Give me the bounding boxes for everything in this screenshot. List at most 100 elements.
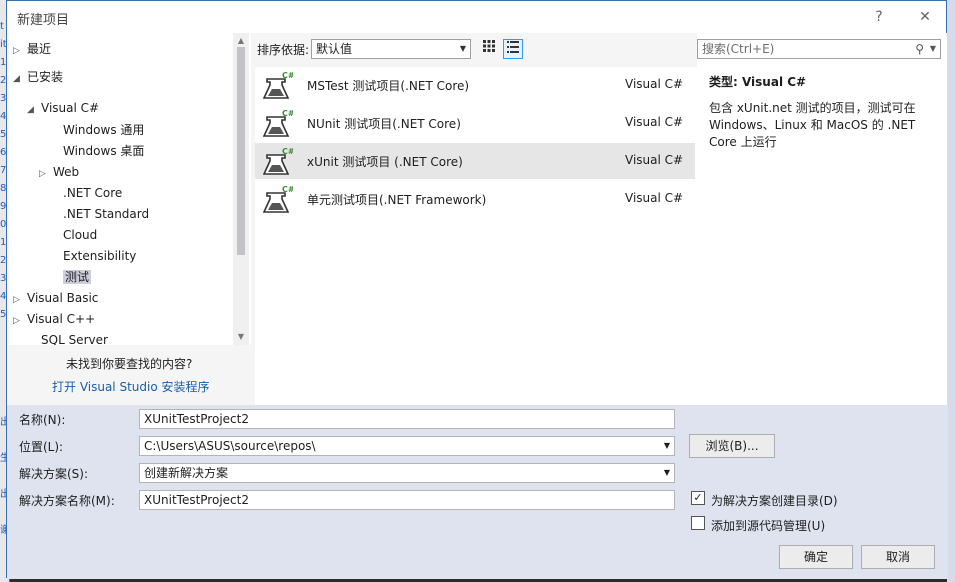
tree-item[interactable]: 测试 <box>49 267 92 287</box>
project-settings-form: 名称(N): XUnitTestProject2 位置(L): C:\Users… <box>7 405 948 579</box>
tree-item[interactable]: ▷ Web <box>39 162 79 182</box>
category-tree: ▷ 最近 ◢ 已安装 ◢ Visual C# Windows 通用 Windows 桌面 ▷ We… <box>9 33 231 345</box>
list-view-icon[interactable] <box>503 39 523 59</box>
solution-value: 创建新解决方案 <box>144 466 229 480</box>
tree-item-label: Visual C++ <box>27 312 96 326</box>
not-found-text: 未找到你要查找的内容? <box>66 357 193 371</box>
search-icon[interactable]: ⚲ <box>915 40 924 58</box>
close-icon[interactable]: ✕ <box>911 5 939 29</box>
tree-item-label: Web <box>53 165 80 179</box>
help-icon[interactable]: ? <box>865 5 893 29</box>
sort-select[interactable]: 默认值 ▼ <box>311 39 471 59</box>
test-flask-icon: C# <box>263 185 293 213</box>
tree-item[interactable]: ▷ Visual C++ <box>13 309 95 329</box>
grid-view-icon[interactable] <box>479 39 499 59</box>
tree-item[interactable]: Windows 桌面 <box>49 141 144 161</box>
csharp-badge: C# <box>282 71 293 80</box>
test-flask-icon: C# <box>263 71 293 99</box>
browse-button[interactable]: 浏览(B)... <box>689 434 775 458</box>
sort-label: 排序依据: <box>257 43 310 57</box>
add-source-control-label[interactable]: 添加到源代码管理(U) <box>711 517 825 534</box>
csharp-badge: C# <box>282 147 293 156</box>
template-name: MSTest 测试项目(.NET Core) <box>307 79 470 93</box>
scroll-up-icon[interactable]: ▲ <box>233 35 249 47</box>
background-window-right-edge <box>947 0 955 582</box>
create-directory-label[interactable]: 为解决方案创建目录(D) <box>711 492 838 509</box>
template-item[interactable]: C# NUnit 测试项目(.NET Core) Visual C# <box>255 105 695 141</box>
tree-item-label: Visual C# <box>41 101 100 115</box>
chevron-down-icon: ▼ <box>459 44 466 53</box>
cancel-button[interactable]: 取消 <box>861 545 935 569</box>
add-source-control-checkbox[interactable] <box>691 516 705 530</box>
create-directory-checkbox[interactable]: ✓ <box>691 491 705 505</box>
template-language: Visual C# <box>625 77 684 91</box>
template-item[interactable]: C# xUnit 测试项目 (.NET Core) Visual C# <box>255 143 695 179</box>
open-installer-link[interactable]: 打开 Visual Studio 安装程序 <box>52 378 210 395</box>
name-field[interactable]: XUnitTestProject2 <box>139 409 675 429</box>
name-label: 名称(N): <box>19 413 66 427</box>
tree-item-label: 已安装 <box>27 70 64 84</box>
tree-item[interactable]: .NET Standard <box>49 204 149 224</box>
csharp-badge: C# <box>282 185 293 194</box>
template-name: 单元测试项目(.NET Framework) <box>307 193 487 207</box>
tree-item-label: Windows 通用 <box>63 123 145 137</box>
tree-item[interactable]: ▷ 最近 <box>13 39 51 59</box>
tree-item-label: Extensibility <box>63 249 137 263</box>
sort-value: 默认值 <box>316 42 353 56</box>
chevron-down-icon[interactable]: ▼ <box>930 40 936 58</box>
tree-item-label: .NET Standard <box>63 207 150 221</box>
location-field[interactable]: C:\Users\ASUS\source\repos\ ▼ <box>139 436 675 456</box>
template-description: 包含 xUnit.net 测试的项目，测试可在 Windows、Linux 和 … <box>709 101 916 149</box>
test-flask-icon: C# <box>263 147 293 175</box>
tree-item[interactable]: SQL Server <box>27 330 108 345</box>
expand-arrow-icon[interactable]: ▷ <box>13 311 27 331</box>
template-language: Visual C# <box>625 191 684 205</box>
solution-name-value: XUnitTestProject2 <box>144 493 249 507</box>
expand-arrow-icon[interactable]: ▷ <box>13 41 27 61</box>
solution-name-field[interactable]: XUnitTestProject2 <box>139 490 675 510</box>
tree-item[interactable]: ◢ 已安装 <box>13 67 63 87</box>
template-list-panel: 排序依据: 默认值 ▼ C# MSTest 测试项目(.NET Core) Visu… <box>253 33 697 405</box>
scroll-down-icon[interactable]: ▼ <box>233 331 249 343</box>
search-input[interactable]: 搜索(Ctrl+E) ⚲ ▼ <box>697 39 941 59</box>
template-list: C# MSTest 测试项目(.NET Core) Visual C# C# NUnit… <box>255 67 697 405</box>
tree-item[interactable]: ◢ Visual C# <box>27 98 99 118</box>
tree-item-label: 测试 <box>63 270 92 284</box>
expand-arrow-icon[interactable]: ▷ <box>39 164 53 184</box>
chevron-down-icon[interactable]: ▼ <box>664 437 670 455</box>
tree-item[interactable]: ▷ Visual Basic <box>13 288 98 308</box>
tree-item-label: Windows 桌面 <box>63 144 145 158</box>
background-text: t <box>0 21 4 32</box>
tree-item-label: 最近 <box>27 42 52 56</box>
location-label: 位置(L): <box>19 440 64 454</box>
name-value: XUnitTestProject2 <box>144 412 249 426</box>
tree-item[interactable]: Extensibility <box>49 246 136 266</box>
template-name: NUnit 测试项目(.NET Core) <box>307 117 461 131</box>
tree-scrollbar[interactable]: ▲ ▼ <box>233 33 249 345</box>
tree-item[interactable]: Cloud <box>49 225 97 245</box>
tree-item-label: Cloud <box>63 228 98 242</box>
template-item[interactable]: C# 单元测试项目(.NET Framework) Visual C# <box>255 181 695 217</box>
tree-item[interactable]: .NET Core <box>49 183 122 203</box>
sort-bar: 排序依据: 默认值 ▼ <box>253 33 697 65</box>
ok-button[interactable]: 确定 <box>779 545 853 569</box>
tree-item-label: .NET Core <box>63 186 123 200</box>
collapse-arrow-icon[interactable]: ◢ <box>27 100 41 120</box>
template-item[interactable]: C# MSTest 测试项目(.NET Core) Visual C# <box>255 67 695 103</box>
csharp-badge: C# <box>282 109 293 118</box>
solution-select[interactable]: 创建新解决方案 ▼ <box>139 463 675 483</box>
test-flask-icon: C# <box>263 109 293 137</box>
chevron-down-icon[interactable]: ▼ <box>664 464 670 482</box>
tree-item-label: SQL Server <box>41 333 108 345</box>
template-type: 类型: Visual C# <box>709 75 807 89</box>
solution-label: 解决方案(S): <box>19 467 89 481</box>
scroll-thumb[interactable] <box>237 47 245 255</box>
collapse-arrow-icon[interactable]: ◢ <box>13 69 27 89</box>
new-project-dialog: 新建项目 ? ✕ ▷ 最近 ◢ 已安装 ◢ Visual C# Windows 通用 Wind… <box>6 0 948 579</box>
tree-item[interactable]: Windows 通用 <box>49 120 144 140</box>
template-category-panel: ▷ 最近 ◢ 已安装 ◢ Visual C# Windows 通用 Windows 桌面 ▷ We… <box>9 33 251 405</box>
location-value: C:\Users\ASUS\source\repos\ <box>144 439 316 453</box>
installer-prompt: 未找到你要查找的内容? 打开 Visual Studio 安装程序 <box>9 345 251 405</box>
dialog-title: 新建项目 <box>17 13 70 28</box>
expand-arrow-icon[interactable]: ▷ <box>13 290 27 310</box>
